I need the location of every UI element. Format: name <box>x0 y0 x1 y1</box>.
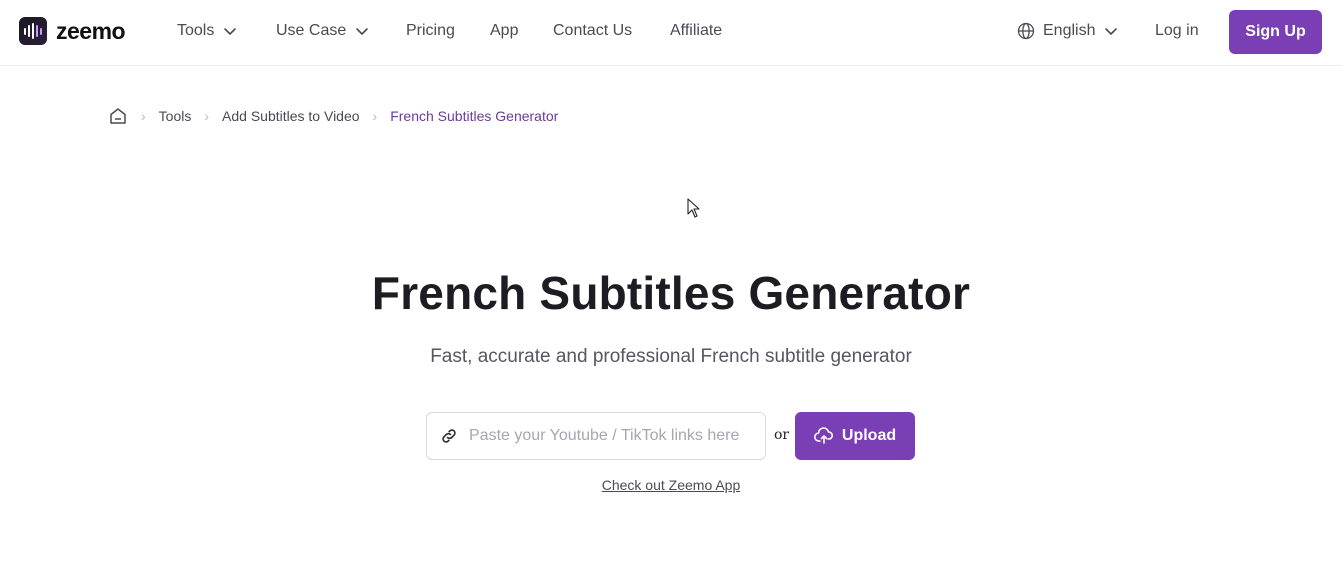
zeemo-logo-icon <box>19 17 47 45</box>
nav-app-label: App <box>490 22 519 39</box>
mouse-cursor-icon <box>687 198 700 218</box>
or-separator: or <box>774 427 790 443</box>
login-link[interactable]: Log in <box>1155 22 1199 40</box>
breadcrumb: › Tools › Add Subtitles to Video › Frenc… <box>108 106 558 126</box>
check-out-app-link[interactable]: Check out Zeemo App <box>602 477 741 493</box>
chevron-right-icon: › <box>204 108 210 124</box>
link-input[interactable] <box>469 427 749 445</box>
page-subtitle: Fast, accurate and professional French s… <box>430 346 912 367</box>
upload-button[interactable]: Upload <box>795 412 915 460</box>
nav-contact-us-label: Contact Us <box>553 22 633 39</box>
cloud-upload-icon <box>813 427 833 444</box>
breadcrumb-current: French Subtitles Generator <box>390 108 559 124</box>
nav-app[interactable]: App <box>490 22 518 40</box>
app-link-row: Check out Zeemo App <box>0 477 1342 493</box>
language-label: English <box>1043 22 1096 39</box>
home-icon[interactable] <box>108 106 128 126</box>
nav-affiliate[interactable]: Affiliate <box>670 22 722 40</box>
chevron-down-icon <box>356 28 369 35</box>
signup-button[interactable]: Sign Up <box>1229 10 1322 54</box>
nav-use-case[interactable]: Use Case <box>276 22 370 40</box>
chevron-down-icon <box>1105 28 1118 35</box>
nav-tools-label: Tools <box>177 22 215 39</box>
globe-icon <box>1017 22 1035 40</box>
nav-pricing-label: Pricing <box>406 22 455 39</box>
top-navigation-bar: zeemo Tools Use Case Pricing App Contact… <box>0 0 1342 66</box>
nav-tools[interactable]: Tools <box>177 22 238 40</box>
chevron-down-icon <box>224 28 237 35</box>
nav-affiliate-label: Affiliate <box>670 22 723 39</box>
breadcrumb-item-add-subtitles[interactable]: Add Subtitles to Video <box>222 108 360 124</box>
nav-contact-us[interactable]: Contact Us <box>553 22 632 40</box>
page-title: French Subtitles Generator <box>371 267 971 319</box>
nav-pricing[interactable]: Pricing <box>406 22 455 40</box>
upload-label: Upload <box>841 427 897 444</box>
breadcrumb-item-tools[interactable]: Tools <box>159 108 192 124</box>
chevron-right-icon: › <box>372 108 378 124</box>
logo-text: zeemo <box>56 17 126 44</box>
link-icon <box>442 429 456 443</box>
zeemo-logo[interactable]: zeemo <box>19 17 126 45</box>
language-selector[interactable]: English <box>1017 22 1119 40</box>
nav-use-case-label: Use Case <box>276 22 347 39</box>
link-input-box[interactable] <box>426 412 766 460</box>
chevron-right-icon: › <box>141 108 146 124</box>
